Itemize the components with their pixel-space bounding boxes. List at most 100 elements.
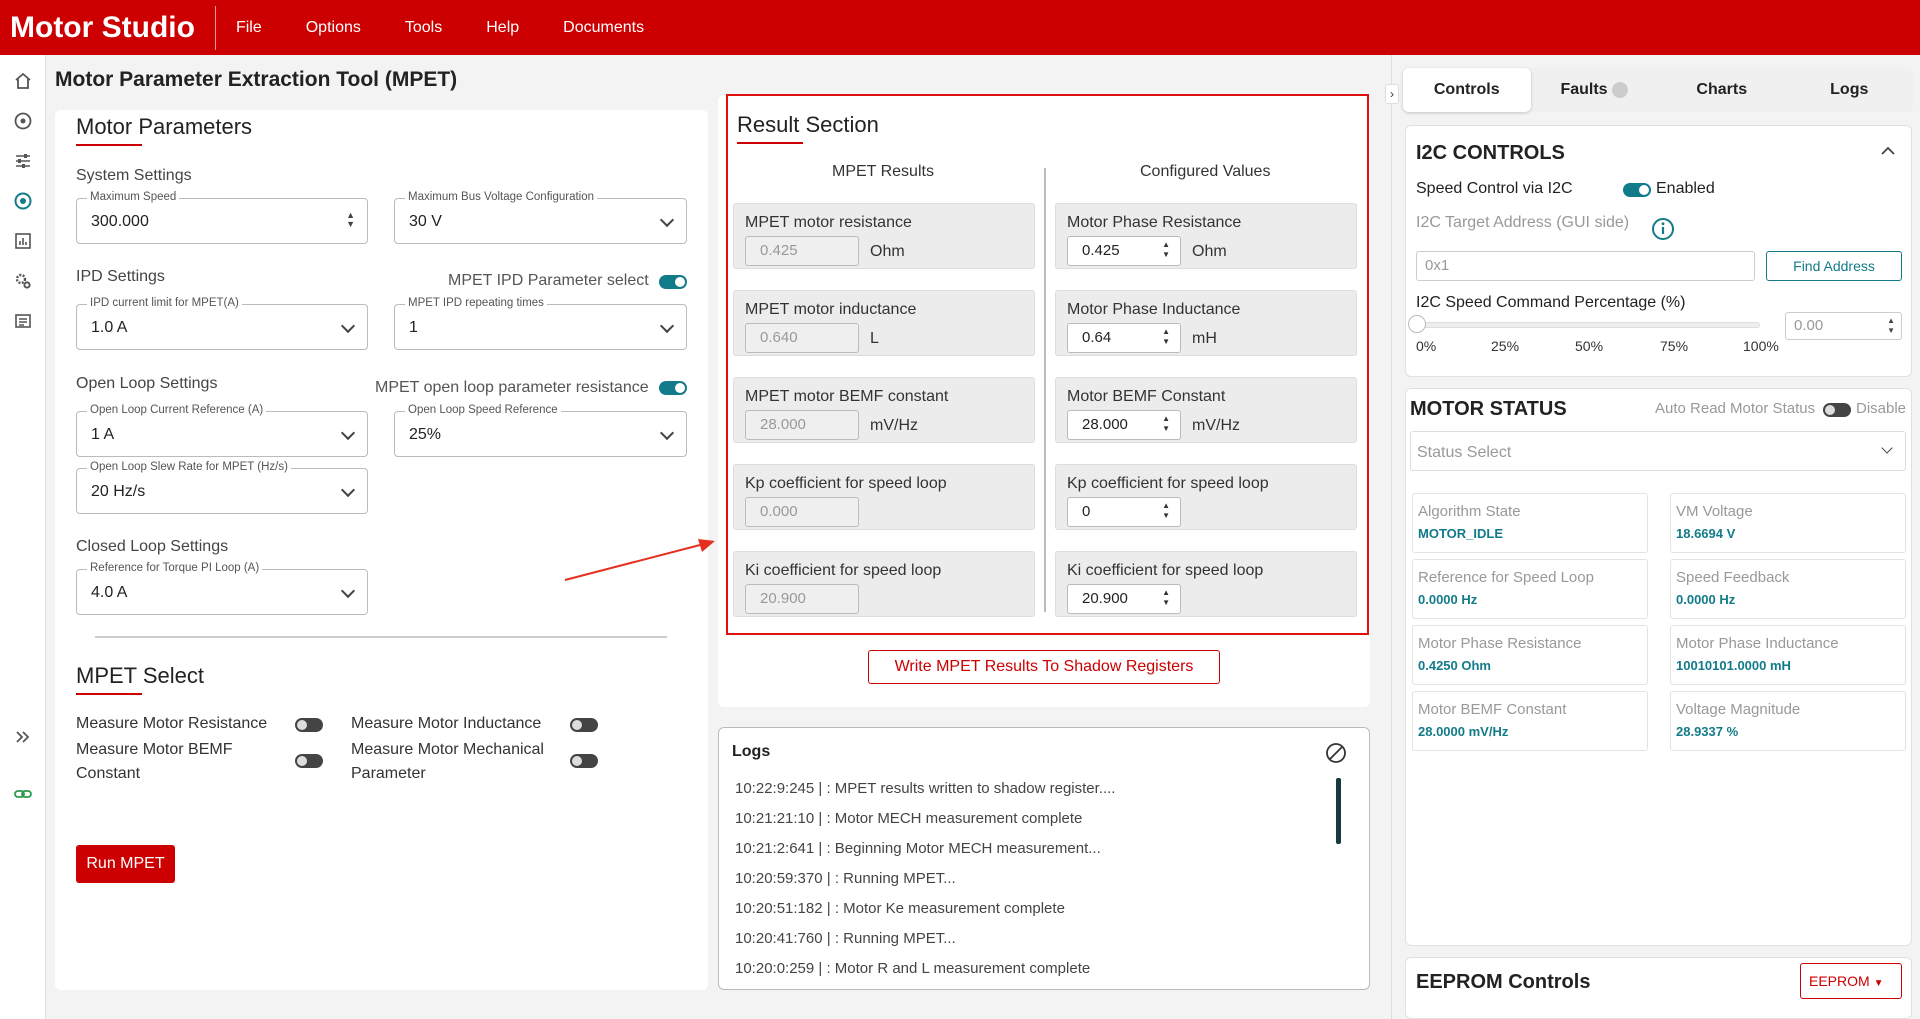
mpet-select-title: MPET Select <box>76 663 204 695</box>
chevron-down-icon <box>659 212 675 228</box>
register-icon[interactable] <box>11 309 35 333</box>
status-algorithm-state: Algorithm State MOTOR_IDLE <box>1412 493 1648 553</box>
ipd-repeat-caption: MPET IPD repeating times <box>405 297 547 309</box>
eeprom-button[interactable]: EEPROM ▼ <box>1800 963 1902 999</box>
torque-pi-caption: Reference for Torque PI Loop (A) <box>87 562 263 574</box>
tab-controls[interactable]: Controls <box>1403 68 1531 112</box>
mpet-ki-label: Ki coefficient for speed loop <box>745 562 942 579</box>
speed-control-i2c-toggle[interactable] <box>1623 183 1651 197</box>
torque-pi-select[interactable]: Reference for Torque PI Loop (A) 4.0 A <box>76 562 368 615</box>
run-mpet-button[interactable]: Run MPET <box>76 845 175 883</box>
log-line: 10:20:51:182 | : Motor Ke measurement co… <box>735 900 1065 917</box>
stepper-icon[interactable]: ▲ ▼ <box>1162 501 1170 521</box>
status-value: 0.4250 Ohm <box>1418 658 1491 673</box>
ipd-repeat-select[interactable]: MPET IPD repeating times 1 <box>394 297 687 350</box>
stepper-icon[interactable]: ▲ ▼ <box>1162 327 1170 347</box>
max-speed-input[interactable]: Maximum Speed 300.000 ▲ ▼ <box>76 191 368 244</box>
tune-icon[interactable] <box>11 149 35 173</box>
clear-logs-icon[interactable] <box>1325 742 1347 764</box>
ol-slew-value: 20 Hz/s <box>91 483 146 500</box>
tab-logs[interactable]: Logs <box>1786 68 1914 112</box>
app-brand: Motor Studio <box>0 5 216 50</box>
ol-speed-select[interactable]: Open Loop Speed Reference 25% <box>394 404 687 457</box>
chevron-down-icon <box>340 583 356 599</box>
measure-inductance-toggle[interactable] <box>570 718 598 732</box>
cfg-inductance-input[interactable]: 0.64 ▲ ▼ <box>1067 323 1181 353</box>
menu-file[interactable]: File <box>236 19 262 37</box>
cfg-ki-input[interactable]: 20.900 ▲ ▼ <box>1067 584 1181 614</box>
max-bus-voltage-select[interactable]: Maximum Bus Voltage Configuration 30 V <box>394 191 687 244</box>
menu-options[interactable]: Options <box>306 19 361 37</box>
ol-param-res-toggle[interactable] <box>659 381 687 395</box>
eeprom-title: EEPROM Controls <box>1416 971 1591 993</box>
target-address-input[interactable]: 0x1 <box>1416 251 1755 281</box>
menu-documents[interactable]: Documents <box>563 19 644 37</box>
mpet-inductance-value: 0.640 <box>745 323 859 353</box>
find-address-button[interactable]: Find Address <box>1766 251 1902 281</box>
cfg-kp-box: Kp coefficient for speed loop 0 ▲ ▼ <box>1055 464 1357 530</box>
status-select[interactable]: Status Select <box>1410 431 1906 471</box>
logs-scrollbar[interactable] <box>1336 778 1341 844</box>
stepper-icon[interactable]: ▲ ▼ <box>1162 414 1170 434</box>
status-select-placeholder: Status Select <box>1417 444 1512 461</box>
status-key: Speed Feedback <box>1676 569 1790 586</box>
tick-100: 100% <box>1743 338 1779 354</box>
status-value: 0.0000 Hz <box>1676 592 1736 607</box>
write-shadow-registers-button[interactable]: Write MPET Results To Shadow Registers <box>868 650 1220 684</box>
i2c-controls-title: I2C CONTROLS <box>1416 142 1565 164</box>
cfg-bemf-value: 28.000 <box>1082 416 1128 433</box>
menu-help[interactable]: Help <box>486 19 519 37</box>
measure-bemf-toggle[interactable] <box>295 754 323 768</box>
mpet-kp-value: 0.000 <box>745 497 859 527</box>
speed-control-i2c-label: Speed Control via I2C <box>1416 180 1573 197</box>
motor-status-title: MOTOR STATUS <box>1410 398 1567 420</box>
cfg-inductance-box: Motor Phase Inductance 0.64 ▲ ▼ mH <box>1055 290 1357 356</box>
annotation-arrow-icon <box>564 539 715 581</box>
auto-read-disable-label: Disable <box>1856 400 1907 417</box>
chevron-up-icon[interactable] <box>1880 145 1896 157</box>
chart-icon[interactable] <box>11 229 35 253</box>
speed-percentage-slider[interactable] <box>1416 322 1760 328</box>
ol-current-select[interactable]: Open Loop Current Reference (A) 1 A <box>76 404 368 457</box>
speed-percentage-input[interactable]: 0.00 ▲ ▼ <box>1785 312 1902 340</box>
ol-current-caption: Open Loop Current Reference (A) <box>87 404 267 416</box>
cfg-bemf-input[interactable]: 28.000 ▲ ▼ <box>1067 410 1181 440</box>
ol-slew-select[interactable]: Open Loop Slew Rate for MPET (Hz/s) 20 H… <box>76 461 368 514</box>
logs-title: Logs <box>732 743 771 760</box>
link-icon[interactable] <box>11 782 35 806</box>
expand-icon[interactable] <box>11 725 35 749</box>
collapse-panel-icon[interactable]: › <box>1385 84 1399 104</box>
measure-resistance-toggle[interactable] <box>295 718 323 732</box>
mpet-icon[interactable] <box>11 189 35 213</box>
home-icon[interactable] <box>11 69 35 93</box>
mpet-bemf-label: MPET motor BEMF constant <box>745 388 949 405</box>
cfg-resistance-input[interactable]: 0.425 ▲ ▼ <box>1067 236 1181 266</box>
cfg-kp-input[interactable]: 0 ▲ ▼ <box>1067 497 1181 527</box>
max-bus-voltage-value: 30 V <box>409 213 442 230</box>
tab-charts[interactable]: Charts <box>1658 68 1786 112</box>
info-icon[interactable] <box>1651 217 1675 241</box>
measure-mechanical-toggle[interactable] <box>570 754 598 768</box>
status-value: 0.0000 Hz <box>1418 592 1478 607</box>
log-line: 10:21:2:641 | : Beginning Motor MECH mea… <box>735 840 1101 857</box>
measure-resistance-label: Measure Motor Resistance <box>76 715 268 732</box>
slider-thumb[interactable] <box>1408 315 1426 333</box>
menu-tools[interactable]: Tools <box>405 19 442 37</box>
logs-card <box>718 727 1370 990</box>
cfg-kp-value: 0 <box>1082 503 1091 520</box>
ipd-current-select[interactable]: IPD current limit for MPET(A) 1.0 A <box>76 297 368 350</box>
tab-faults[interactable]: Faults <box>1531 68 1659 112</box>
tick-0: 0% <box>1416 338 1437 354</box>
tick-50: 50% <box>1575 338 1604 354</box>
stepper-icon[interactable]: ▲ ▼ <box>1887 316 1895 336</box>
stepper-icon[interactable]: ▲ ▼ <box>346 211 355 229</box>
measure-inductance-label: Measure Motor Inductance <box>351 715 542 732</box>
motor-icon[interactable] <box>11 109 35 133</box>
settings-icon[interactable] <box>11 269 35 293</box>
status-key: Algorithm State <box>1418 503 1521 520</box>
stepper-icon[interactable]: ▲ ▼ <box>1162 240 1170 260</box>
auto-read-toggle[interactable] <box>1823 403 1851 417</box>
ipd-param-select-toggle[interactable] <box>659 275 687 289</box>
chevron-down-icon <box>659 425 675 441</box>
stepper-icon[interactable]: ▲ ▼ <box>1162 588 1170 608</box>
